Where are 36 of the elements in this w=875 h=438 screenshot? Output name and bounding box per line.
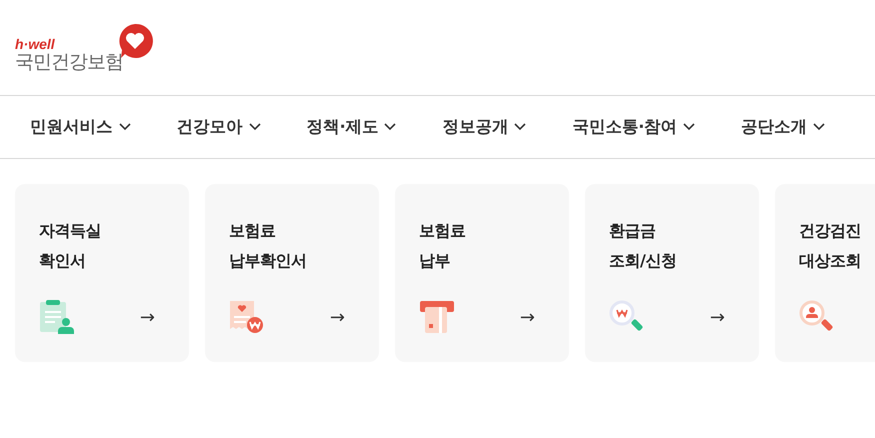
service-card[interactable]: 보험료 납부확인서 → — [205, 184, 379, 362]
chevron-down-icon — [384, 123, 396, 131]
nav-menu-item[interactable]: 건강모아 — [176, 116, 260, 138]
card-title: 대상조회 — [799, 250, 862, 272]
nav-menu-item[interactable]: 국민소통·참여 — [572, 116, 696, 138]
card-title: 보험료 — [419, 220, 466, 242]
arrow-link[interactable]: → — [330, 306, 345, 328]
card-title: 환급금 — [609, 220, 656, 242]
arrow-link[interactable]: → — [710, 306, 725, 328]
nav-menu-item[interactable]: 정보공개 — [442, 116, 526, 138]
logo-tagline: h·well — [15, 36, 56, 50]
card-title: 보험료 — [229, 220, 276, 242]
arrow-link[interactable]: → — [140, 306, 155, 328]
card-title: 확인서 — [39, 250, 86, 272]
service-card[interactable]: 자격득실 확인서 → — [15, 184, 189, 362]
logo-name: 국민건강보험 — [15, 50, 123, 72]
arrow-link[interactable]: → — [520, 306, 535, 328]
nav-menu-item[interactable]: 정책·제도 — [306, 116, 396, 138]
service-card[interactable]: 보험료 납부 → — [395, 184, 569, 362]
card-title: 납부확인서 — [229, 250, 308, 272]
card-title: 납부 — [419, 250, 451, 272]
nav-menu-item[interactable]: 공단소개 — [741, 116, 826, 138]
service-card[interactable]: 건강검진 대상조회 — [775, 184, 875, 362]
nav-menu-item[interactable]: 민원서비스 — [30, 116, 130, 138]
card-title: 자격득실 — [39, 220, 102, 242]
chevron-down-icon — [813, 123, 826, 131]
card-slot-icon — [419, 300, 455, 334]
chevron-down-icon — [514, 123, 526, 131]
chevron-down-icon — [248, 123, 260, 131]
card-title: 건강검진 — [799, 220, 862, 242]
clipboard-person-icon — [39, 300, 75, 334]
receipt-coin-icon — [229, 300, 265, 334]
chevron-down-icon — [683, 123, 696, 131]
service-card[interactable]: 환급금 조회/신청 → — [585, 184, 759, 362]
chevron-down-icon — [118, 123, 130, 131]
card-title: 조회/신청 — [609, 250, 678, 272]
